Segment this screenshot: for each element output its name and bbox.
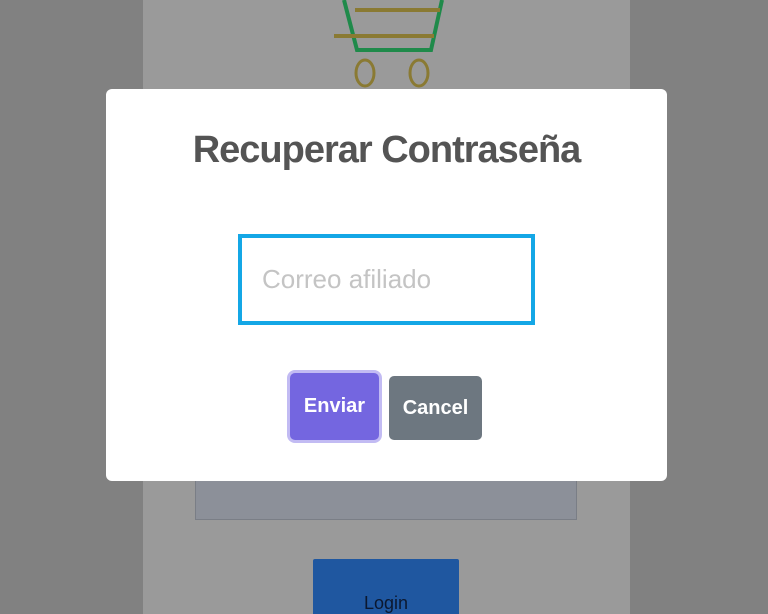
- login-button: Login: [313, 559, 459, 614]
- cancel-button[interactable]: Cancel: [389, 376, 482, 440]
- email-input[interactable]: [238, 234, 535, 325]
- send-button[interactable]: Enviar: [290, 373, 379, 440]
- dialog-title: Recuperar Contraseña: [192, 129, 582, 171]
- recover-password-dialog: Recuperar Contraseña Enviar Cancel: [106, 89, 667, 481]
- shopping-cart-icon: [334, 0, 444, 88]
